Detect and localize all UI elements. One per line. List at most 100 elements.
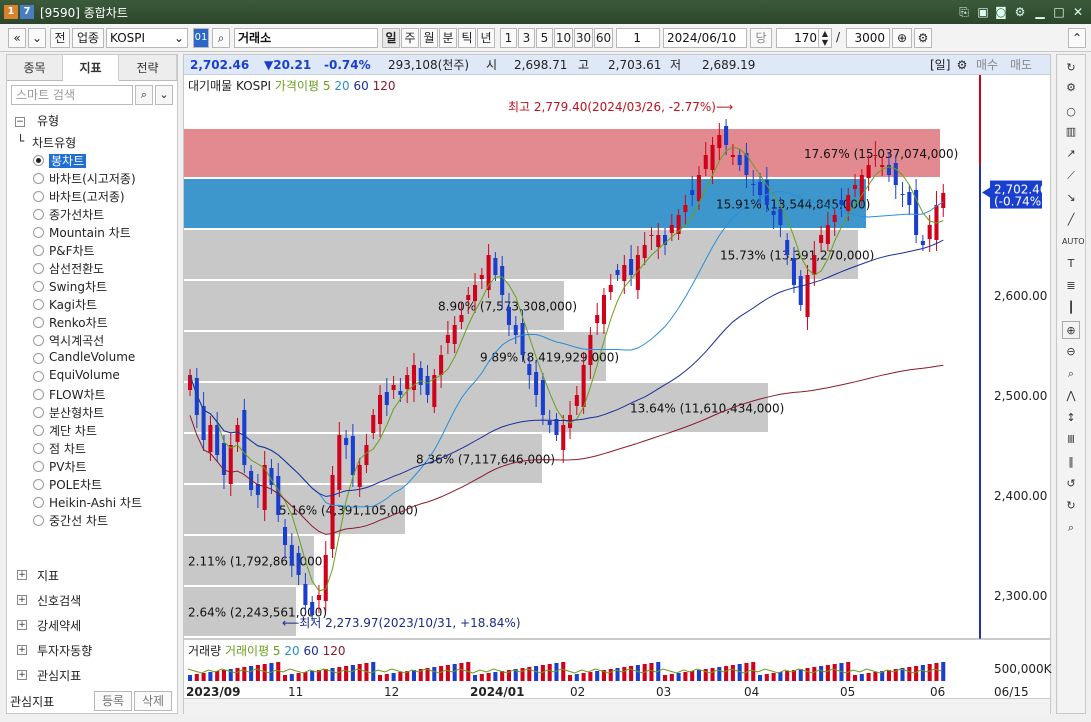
chart-type-item[interactable]: 역시계곡선: [49, 332, 104, 349]
chart-type-item[interactable]: POLE차트: [49, 476, 102, 493]
section-2[interactable]: 강세약세: [37, 617, 81, 634]
radio-1[interactable]: [33, 173, 44, 184]
capture-icon[interactable]: ◙: [993, 4, 1009, 20]
chart-type-item[interactable]: 중간선 차트: [49, 512, 108, 529]
period-tab-5[interactable]: 년: [477, 28, 495, 48]
chart-type-item[interactable]: 바차트(고저종): [49, 188, 125, 205]
horizontal-scrollbar[interactable]: [184, 698, 1050, 714]
arrow-tool-icon[interactable]: ↕: [1062, 409, 1080, 427]
radio-16[interactable]: [33, 443, 44, 454]
ray-tool-icon[interactable]: ↘: [1062, 189, 1080, 207]
max-count-input[interactable]: 3000: [846, 28, 890, 48]
expand-icon[interactable]: +: [17, 570, 27, 580]
analysis-icon[interactable]: ⋀: [1062, 387, 1080, 405]
chart-type-item[interactable]: 삼선전환도: [49, 260, 104, 277]
symbol-field[interactable]: 거래소: [234, 28, 378, 48]
vertical-lines-icon[interactable]: ‖: [1062, 453, 1080, 471]
refresh-icon[interactable]: ↻: [1062, 59, 1080, 77]
search-icon[interactable]: ⌕: [135, 85, 153, 105]
subgroup-title[interactable]: 차트유형: [32, 134, 76, 151]
section-3[interactable]: 투자자동향: [37, 642, 92, 659]
chart-type-item[interactable]: Heikin-Ashi 차트: [49, 494, 142, 511]
code-button[interactable]: 01: [193, 28, 209, 48]
radio-5[interactable]: [33, 245, 44, 256]
gear-icon[interactable]: ⚙: [954, 55, 970, 75]
redo-icon[interactable]: ↻: [1062, 497, 1080, 515]
close-icon[interactable]: ✕: [1070, 4, 1086, 20]
date-input[interactable]: 2024/06/10: [663, 28, 747, 48]
nav-prev-button[interactable]: «: [8, 28, 26, 48]
chart-type-item[interactable]: Renko차트: [49, 314, 108, 331]
radio-7[interactable]: [33, 281, 44, 292]
auto-line-icon[interactable]: AUTO: [1062, 233, 1085, 251]
chart-type-item[interactable]: 계단 차트: [49, 422, 97, 439]
unit-input[interactable]: 1: [616, 28, 660, 48]
nav-dropdown-button[interactable]: ⌄: [28, 28, 46, 48]
chart-type-item[interactable]: Kagi차트: [49, 296, 97, 313]
chart-type-item[interactable]: FLOW차트: [49, 386, 106, 403]
zoom-in-icon[interactable]: ⊕: [1062, 321, 1080, 339]
expand-icon[interactable]: +: [17, 595, 27, 605]
interval-button-4[interactable]: 30: [574, 28, 593, 48]
chart-icon[interactable]: ▥: [1062, 123, 1080, 141]
radio-0[interactable]: [33, 155, 44, 166]
delete-button[interactable]: 삭제: [134, 691, 172, 711]
radio-9[interactable]: [33, 317, 44, 328]
cursor-icon[interactable]: ○: [1062, 103, 1080, 121]
radio-11[interactable]: [33, 353, 44, 364]
expand-icon[interactable]: +: [17, 670, 27, 680]
chart-type-item[interactable]: EquiVolume: [49, 368, 120, 382]
radio-6[interactable]: [33, 263, 44, 274]
interval-button-0[interactable]: 1: [500, 28, 517, 48]
register-button[interactable]: 등록: [94, 691, 132, 711]
interval-button-2[interactable]: 5: [536, 28, 553, 48]
section-0[interactable]: 지표: [37, 567, 59, 584]
buy-button[interactable]: 매수: [976, 55, 998, 75]
market-select[interactable]: KOSPI ⌄: [106, 28, 188, 48]
settings-icon[interactable]: ⚙: [1062, 79, 1080, 97]
period-tab-0[interactable]: 일: [382, 28, 400, 48]
gear-icon[interactable]: ⚙: [914, 28, 932, 48]
interval-button-1[interactable]: 3: [518, 28, 535, 48]
period-tab-2[interactable]: 월: [420, 28, 438, 48]
chart-type-item[interactable]: Swing차트: [49, 278, 107, 295]
radio-15[interactable]: [33, 425, 44, 436]
zoom-out-icon[interactable]: ⊖: [1062, 343, 1080, 361]
chart-type-item[interactable]: PV차트: [49, 458, 87, 475]
save-icon[interactable]: ▣: [975, 4, 991, 20]
expand-down-icon[interactable]: ⌄: [155, 85, 173, 105]
maximize-icon[interactable]: □: [1051, 4, 1067, 20]
trend-icon[interactable]: ↗: [1062, 145, 1080, 163]
collapse-icon[interactable]: ⌃: [1068, 28, 1086, 48]
radio-10[interactable]: [33, 335, 44, 346]
settings-icon[interactable]: ⚙: [1012, 4, 1028, 20]
radio-20[interactable]: [33, 515, 44, 526]
interval-button-5[interactable]: 60: [594, 28, 613, 48]
undo-icon[interactable]: ↺: [1062, 475, 1080, 493]
section-1[interactable]: 신호검색: [37, 592, 81, 609]
chart-type-item[interactable]: CandleVolume: [49, 350, 135, 364]
chart-type-item[interactable]: 바차트(시고저종): [49, 170, 136, 187]
radio-12[interactable]: [33, 371, 44, 382]
radio-3[interactable]: [33, 209, 44, 220]
fibonacci-icon[interactable]: ≣: [1062, 277, 1080, 295]
search-icon[interactable]: ⌕: [1062, 519, 1080, 537]
line-tool-icon[interactable]: ⟋: [1062, 167, 1080, 185]
expand-icon[interactable]: +: [17, 620, 27, 630]
chart-type-item[interactable]: 점 차트: [49, 440, 86, 457]
section-4[interactable]: 관심지표: [37, 667, 81, 684]
tab-jongmok[interactable]: 종목: [7, 55, 63, 81]
period-tab-1[interactable]: 주: [401, 28, 419, 48]
tab-jeonryak[interactable]: 전략: [119, 55, 177, 81]
grid-icon[interactable]: Ⅲ: [1062, 431, 1080, 449]
radio-13[interactable]: [33, 389, 44, 400]
period-tab-3[interactable]: 분: [439, 28, 457, 48]
count-stepper[interactable]: ▲ ▼: [818, 28, 832, 48]
radio-19[interactable]: [33, 497, 44, 508]
expand-icon[interactable]: +: [17, 645, 27, 655]
date-suffix-button[interactable]: 당: [750, 28, 772, 48]
radio-4[interactable]: [33, 227, 44, 238]
period-tab-4[interactable]: 틱: [458, 28, 476, 48]
radio-18[interactable]: [33, 479, 44, 490]
sell-button[interactable]: 매도: [1010, 55, 1032, 75]
